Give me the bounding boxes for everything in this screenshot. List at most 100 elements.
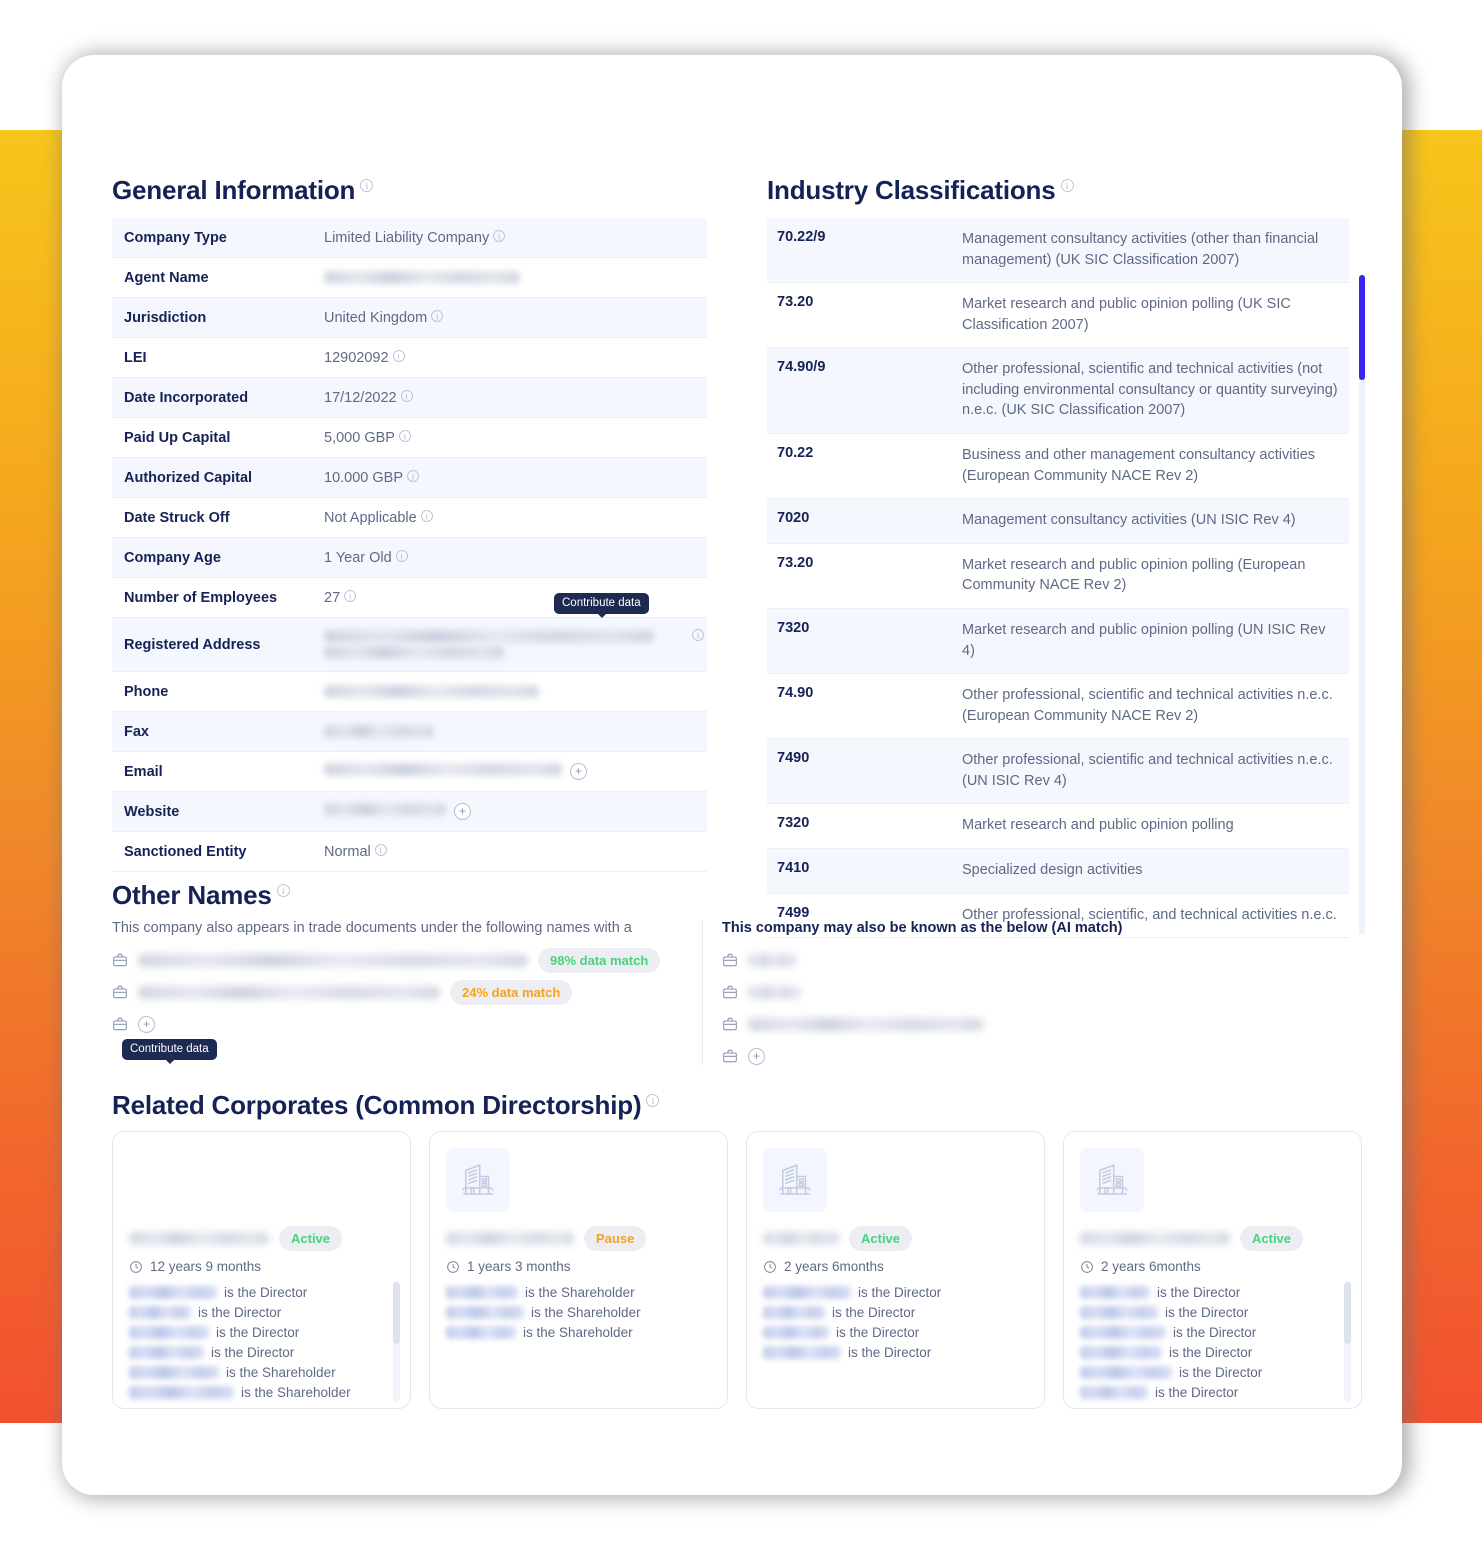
industry-description: Management consultancy activities (other… (962, 231, 1319, 268)
info-icon[interactable]: i (392, 349, 405, 362)
related-corporate-card[interactable]: Active 12 years 9 months is the Director is… (112, 1131, 411, 1409)
industry-classification-row[interactable]: 7320 Market research and public opinion p… (767, 804, 1349, 849)
redacted-name (1080, 1385, 1148, 1399)
general-info-label: Agent Name (124, 269, 209, 286)
general-info-value: 1 Year Old (324, 549, 392, 566)
company-building-icon (1080, 1148, 1144, 1212)
industry-code: 74.90/9 (777, 359, 826, 376)
industry-classification-row[interactable]: 70.22/9 Management consultancy activities… (767, 218, 1349, 284)
industry-classification-row[interactable]: 7020 Management consultancy activities (U… (767, 499, 1349, 544)
redacted-name (129, 1385, 234, 1399)
general-info-row: Authorized Capital 10.000 GBP i (112, 458, 707, 498)
info-icon[interactable]: i (407, 469, 419, 482)
redacted-name (129, 1305, 191, 1319)
info-icon[interactable]: i (400, 389, 413, 402)
company-building-icon (446, 1148, 510, 1212)
industry-code: 7020 (777, 510, 810, 527)
general-info-label: Phone (124, 683, 169, 700)
contribute-data-button[interactable]: + (454, 803, 471, 820)
industry-description: Other professional, scientific and techn… (962, 687, 1333, 724)
info-icon[interactable]: i (344, 589, 357, 602)
industry-code: 73.20 (777, 294, 814, 311)
general-info-label: Registered Address (124, 636, 261, 653)
general-info-value: United Kingdom (324, 309, 428, 326)
general-info-row: Date Incorporated 17/12/2022 i (112, 378, 707, 418)
other-names-right-column: This company may also be known as the be… (722, 920, 1322, 1072)
industry-code: 7320 (777, 815, 810, 832)
status-badge: Active (1240, 1226, 1304, 1251)
related-person-row: is the Director (763, 1322, 1028, 1342)
industry-description: Management consultancy activities (UN IS… (962, 512, 1296, 529)
related-person-row: is the Director (129, 1302, 394, 1322)
redacted-name (1080, 1345, 1162, 1359)
other-names-left-list: 98% data match 24% data match + (112, 944, 672, 1040)
general-info-label: Website (124, 803, 180, 820)
general-info-value: Not Applicable (324, 509, 417, 526)
card-scrollbar-track[interactable] (393, 1282, 400, 1402)
related-person-role: is the Director (836, 1324, 920, 1340)
other-names-right-list: + (722, 944, 1322, 1072)
general-info-label: Company Type (124, 229, 227, 246)
redacted-name (1080, 1365, 1172, 1379)
other-names-heading-text: Other Names (112, 880, 272, 910)
contribute-data-button[interactable]: + (570, 763, 587, 780)
general-info-row: Agent Name (112, 258, 707, 298)
industry-classification-row[interactable]: 73.20 Market research and public opinion … (767, 544, 1349, 609)
related-corporate-card[interactable]: Pause 1 years 3 months is the Shareholder i… (429, 1131, 728, 1409)
card-scrollbar-track[interactable] (1344, 1282, 1351, 1402)
general-info-label: Fax (124, 723, 149, 740)
other-name-item: 98% data match (112, 944, 672, 976)
general-info-label: Date Incorporated (124, 389, 249, 406)
info-icon[interactable]: i (276, 884, 290, 898)
redacted-value (138, 953, 528, 967)
related-corporates-section: Active 12 years 9 months is the Director is… (112, 1095, 1362, 1409)
info-icon[interactable]: i (398, 429, 411, 442)
redacted-name (129, 1325, 209, 1339)
info-icon[interactable]: i (692, 628, 704, 641)
industry-scrollbar-track[interactable] (1359, 275, 1365, 935)
related-person-row: is the Director (763, 1282, 1028, 1302)
industry-classification-row[interactable]: 73.20 Market research and public opinion … (767, 283, 1349, 349)
general-information-table: Company Type Limited Liability Company i Ag… (112, 218, 707, 872)
info-icon[interactable]: i (431, 309, 444, 322)
info-icon[interactable]: i (374, 843, 387, 856)
related-corporate-card[interactable]: Active 2 years 6months is the Director is t… (1063, 1131, 1362, 1409)
industry-classification-row[interactable]: 74.90/9 Other professional, scientific an… (767, 348, 1349, 435)
industry-classifications-panel: 70.22/9 Management consultancy activities… (767, 218, 1365, 939)
industry-description: Business and other management consultanc… (962, 447, 1316, 484)
card-scrollbar-thumb[interactable] (1344, 1282, 1351, 1344)
general-info-label: LEI (124, 349, 147, 366)
redacted-name (1080, 1325, 1166, 1339)
redacted-value (324, 271, 520, 284)
general-info-row: Fax (112, 712, 707, 752)
related-person-role: is the Director (832, 1304, 916, 1320)
company-age: 2 years 6months (1101, 1259, 1201, 1274)
industry-classification-row[interactable]: 7410 Specialized design activities (767, 848, 1349, 894)
industry-code: 7410 (777, 859, 810, 876)
related-person-row: is the Director (1080, 1362, 1345, 1382)
card-scrollbar-thumb[interactable] (393, 1282, 400, 1344)
related-person-row: is the Shareholder (446, 1282, 711, 1302)
general-info-label: Number of Employees (124, 589, 278, 606)
info-icon[interactable]: i (395, 549, 408, 562)
related-person-row: is the Director (1080, 1382, 1345, 1402)
info-icon[interactable]: i (360, 179, 374, 193)
related-people-list: is the Director is the Director is the Dir… (129, 1282, 394, 1402)
related-person-row: is the Director (763, 1342, 1028, 1362)
redacted-value (763, 1232, 839, 1245)
industry-scrollbar-thumb[interactable] (1359, 275, 1365, 380)
industry-classification-row[interactable]: 74.90 Other professional, scientific and … (767, 674, 1349, 740)
related-person-role: is the Shareholder (523, 1324, 633, 1340)
related-person-row: is the Shareholder (446, 1322, 711, 1342)
redacted-value (138, 985, 440, 999)
contribute-data-button[interactable]: + (138, 1015, 155, 1033)
info-icon[interactable]: i (1060, 179, 1074, 193)
industry-classification-row[interactable]: 7490 Other professional, scientific and t… (767, 739, 1349, 805)
info-icon[interactable]: i (420, 509, 433, 522)
industry-classification-row[interactable]: 7320 Market research and public opinion p… (767, 608, 1349, 675)
info-icon[interactable]: i (493, 229, 506, 242)
contribute-data-button[interactable]: + (748, 1047, 765, 1065)
related-person-row: is the Shareholder (129, 1362, 394, 1382)
industry-classification-row[interactable]: 70.22 Business and other management consu… (767, 434, 1349, 500)
related-corporate-card[interactable]: Active 2 years 6months is the Director is t… (746, 1131, 1045, 1409)
